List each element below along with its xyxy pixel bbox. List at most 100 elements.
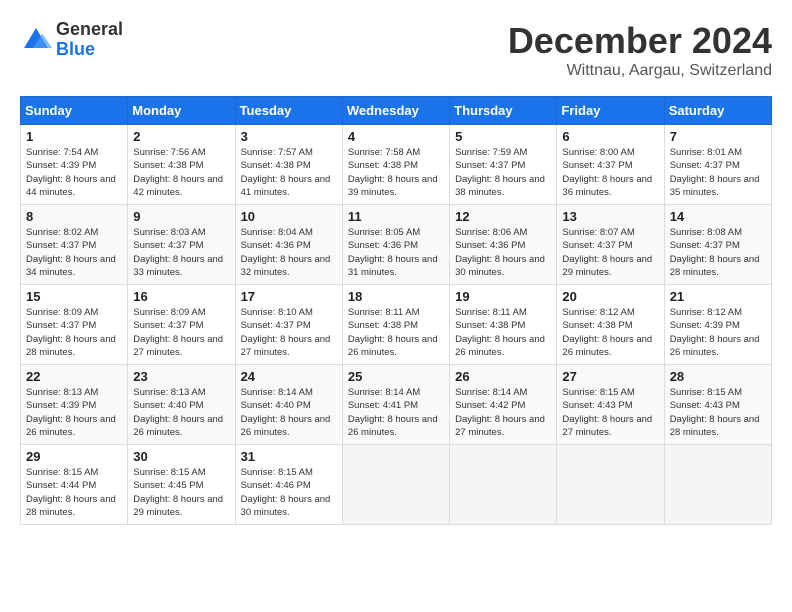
day-number: 27 [562, 369, 658, 384]
calendar-cell: 3 Sunrise: 7:57 AM Sunset: 4:38 PM Dayli… [235, 125, 342, 205]
calendar-cell [450, 445, 557, 525]
day-info: Sunrise: 8:11 AM Sunset: 4:38 PM Dayligh… [455, 306, 551, 359]
day-info: Sunrise: 8:12 AM Sunset: 4:39 PM Dayligh… [670, 306, 766, 359]
day-info: Sunrise: 7:59 AM Sunset: 4:37 PM Dayligh… [455, 146, 551, 199]
day-number: 8 [26, 209, 122, 224]
calendar-cell: 30 Sunrise: 8:15 AM Sunset: 4:45 PM Dayl… [128, 445, 235, 525]
day-info: Sunrise: 8:14 AM Sunset: 4:42 PM Dayligh… [455, 386, 551, 439]
day-number: 23 [133, 369, 229, 384]
calendar-cell: 7 Sunrise: 8:01 AM Sunset: 4:37 PM Dayli… [664, 125, 771, 205]
day-number: 16 [133, 289, 229, 304]
calendar-cell: 15 Sunrise: 8:09 AM Sunset: 4:37 PM Dayl… [21, 285, 128, 365]
logo-icon [20, 24, 52, 56]
week-row: 29 Sunrise: 8:15 AM Sunset: 4:44 PM Dayl… [21, 445, 772, 525]
day-info: Sunrise: 8:15 AM Sunset: 4:45 PM Dayligh… [133, 466, 229, 519]
calendar-cell: 27 Sunrise: 8:15 AM Sunset: 4:43 PM Dayl… [557, 365, 664, 445]
day-info: Sunrise: 8:15 AM Sunset: 4:46 PM Dayligh… [241, 466, 337, 519]
day-number: 31 [241, 449, 337, 464]
week-row: 1 Sunrise: 7:54 AM Sunset: 4:39 PM Dayli… [21, 125, 772, 205]
calendar-cell: 26 Sunrise: 8:14 AM Sunset: 4:42 PM Dayl… [450, 365, 557, 445]
day-number: 7 [670, 129, 766, 144]
day-number: 3 [241, 129, 337, 144]
day-number: 17 [241, 289, 337, 304]
day-info: Sunrise: 8:00 AM Sunset: 4:37 PM Dayligh… [562, 146, 658, 199]
calendar-cell: 18 Sunrise: 8:11 AM Sunset: 4:38 PM Dayl… [342, 285, 449, 365]
day-of-week-header: Thursday [450, 97, 557, 125]
day-number: 28 [670, 369, 766, 384]
day-info: Sunrise: 7:58 AM Sunset: 4:38 PM Dayligh… [348, 146, 444, 199]
calendar-cell: 14 Sunrise: 8:08 AM Sunset: 4:37 PM Dayl… [664, 205, 771, 285]
calendar-cell: 17 Sunrise: 8:10 AM Sunset: 4:37 PM Dayl… [235, 285, 342, 365]
day-number: 5 [455, 129, 551, 144]
calendar-cell: 9 Sunrise: 8:03 AM Sunset: 4:37 PM Dayli… [128, 205, 235, 285]
day-info: Sunrise: 8:01 AM Sunset: 4:37 PM Dayligh… [670, 146, 766, 199]
day-number: 30 [133, 449, 229, 464]
day-info: Sunrise: 8:11 AM Sunset: 4:38 PM Dayligh… [348, 306, 444, 359]
week-row: 15 Sunrise: 8:09 AM Sunset: 4:37 PM Dayl… [21, 285, 772, 365]
day-number: 12 [455, 209, 551, 224]
day-info: Sunrise: 8:07 AM Sunset: 4:37 PM Dayligh… [562, 226, 658, 279]
day-number: 1 [26, 129, 122, 144]
day-number: 20 [562, 289, 658, 304]
day-info: Sunrise: 7:56 AM Sunset: 4:38 PM Dayligh… [133, 146, 229, 199]
day-number: 29 [26, 449, 122, 464]
day-of-week-header: Saturday [664, 97, 771, 125]
logo: General Blue [20, 20, 123, 60]
day-info: Sunrise: 8:09 AM Sunset: 4:37 PM Dayligh… [133, 306, 229, 359]
calendar-cell: 22 Sunrise: 8:13 AM Sunset: 4:39 PM Dayl… [21, 365, 128, 445]
calendar-cell: 1 Sunrise: 7:54 AM Sunset: 4:39 PM Dayli… [21, 125, 128, 205]
day-info: Sunrise: 8:15 AM Sunset: 4:44 PM Dayligh… [26, 466, 122, 519]
day-number: 2 [133, 129, 229, 144]
day-of-week-header: Monday [128, 97, 235, 125]
week-row: 8 Sunrise: 8:02 AM Sunset: 4:37 PM Dayli… [21, 205, 772, 285]
day-info: Sunrise: 8:13 AM Sunset: 4:40 PM Dayligh… [133, 386, 229, 439]
calendar-cell: 19 Sunrise: 8:11 AM Sunset: 4:38 PM Dayl… [450, 285, 557, 365]
calendar-cell: 2 Sunrise: 7:56 AM Sunset: 4:38 PM Dayli… [128, 125, 235, 205]
calendar-cell [557, 445, 664, 525]
day-number: 6 [562, 129, 658, 144]
day-number: 9 [133, 209, 229, 224]
day-number: 13 [562, 209, 658, 224]
day-number: 18 [348, 289, 444, 304]
calendar-cell: 24 Sunrise: 8:14 AM Sunset: 4:40 PM Dayl… [235, 365, 342, 445]
day-number: 11 [348, 209, 444, 224]
day-number: 26 [455, 369, 551, 384]
day-number: 22 [26, 369, 122, 384]
day-of-week-header: Sunday [21, 97, 128, 125]
calendar-table: SundayMondayTuesdayWednesdayThursdayFrid… [20, 96, 772, 525]
day-info: Sunrise: 8:15 AM Sunset: 4:43 PM Dayligh… [670, 386, 766, 439]
calendar-cell: 11 Sunrise: 8:05 AM Sunset: 4:36 PM Dayl… [342, 205, 449, 285]
day-info: Sunrise: 7:57 AM Sunset: 4:38 PM Dayligh… [241, 146, 337, 199]
day-number: 21 [670, 289, 766, 304]
day-info: Sunrise: 8:09 AM Sunset: 4:37 PM Dayligh… [26, 306, 122, 359]
header: General Blue December 2024 Wittnau, Aarg… [20, 20, 772, 80]
day-number: 24 [241, 369, 337, 384]
day-info: Sunrise: 8:05 AM Sunset: 4:36 PM Dayligh… [348, 226, 444, 279]
day-info: Sunrise: 8:03 AM Sunset: 4:37 PM Dayligh… [133, 226, 229, 279]
calendar-cell: 16 Sunrise: 8:09 AM Sunset: 4:37 PM Dayl… [128, 285, 235, 365]
calendar-cell: 25 Sunrise: 8:14 AM Sunset: 4:41 PM Dayl… [342, 365, 449, 445]
calendar-cell: 5 Sunrise: 7:59 AM Sunset: 4:37 PM Dayli… [450, 125, 557, 205]
day-info: Sunrise: 8:13 AM Sunset: 4:39 PM Dayligh… [26, 386, 122, 439]
day-of-week-header: Wednesday [342, 97, 449, 125]
calendar-cell: 10 Sunrise: 8:04 AM Sunset: 4:36 PM Dayl… [235, 205, 342, 285]
calendar-cell [342, 445, 449, 525]
day-info: Sunrise: 7:54 AM Sunset: 4:39 PM Dayligh… [26, 146, 122, 199]
days-of-week-row: SundayMondayTuesdayWednesdayThursdayFrid… [21, 97, 772, 125]
day-of-week-header: Tuesday [235, 97, 342, 125]
day-info: Sunrise: 8:02 AM Sunset: 4:37 PM Dayligh… [26, 226, 122, 279]
calendar-cell: 23 Sunrise: 8:13 AM Sunset: 4:40 PM Dayl… [128, 365, 235, 445]
day-number: 19 [455, 289, 551, 304]
logo-blue-text: Blue [56, 40, 123, 60]
day-number: 25 [348, 369, 444, 384]
logo-general-text: General [56, 20, 123, 40]
calendar-cell: 29 Sunrise: 8:15 AM Sunset: 4:44 PM Dayl… [21, 445, 128, 525]
calendar-cell: 8 Sunrise: 8:02 AM Sunset: 4:37 PM Dayli… [21, 205, 128, 285]
week-row: 22 Sunrise: 8:13 AM Sunset: 4:39 PM Dayl… [21, 365, 772, 445]
day-info: Sunrise: 8:14 AM Sunset: 4:40 PM Dayligh… [241, 386, 337, 439]
month-title: December 2024 [508, 20, 772, 62]
day-number: 15 [26, 289, 122, 304]
day-number: 4 [348, 129, 444, 144]
calendar-cell: 31 Sunrise: 8:15 AM Sunset: 4:46 PM Dayl… [235, 445, 342, 525]
calendar-cell [664, 445, 771, 525]
